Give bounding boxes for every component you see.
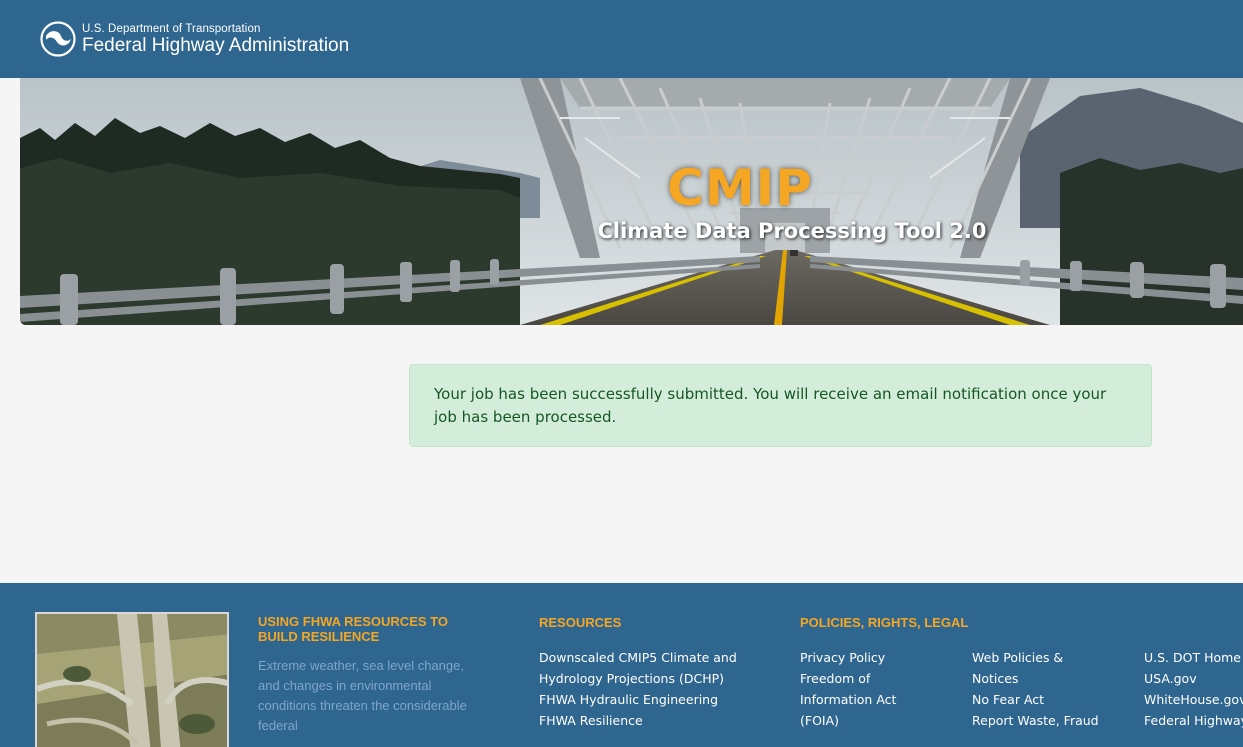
resource-link-resilience[interactable]: FHWA Resilience [539, 710, 737, 731]
usa-gov-link[interactable]: USA.gov [1144, 668, 1243, 689]
flooded-interchange-image [35, 612, 229, 747]
no-fear-act-link[interactable]: No Fear Act [972, 689, 1099, 710]
web-policies-link[interactable]: Web Policies & [972, 647, 1099, 668]
site-header: U.S. Department of Transportation Federa… [0, 0, 1243, 78]
hero-banner: CMIP Climate Data Processing Tool 2.0 [20, 78, 1243, 325]
agency-line2: Federal Highway Administration [82, 34, 350, 56]
resilience-text: Extreme weather, sea level change, and c… [258, 658, 467, 733]
dot-logo-icon [40, 21, 76, 57]
success-alert: Your job has been successfully submitted… [409, 364, 1152, 447]
fhwa-logo[interactable]: U.S. Department of Transportation Federa… [40, 21, 349, 57]
resource-link-dchp[interactable]: Downscaled CMIP5 Climate and [539, 647, 737, 668]
resources-links: Downscaled CMIP5 Climate and Hydrology P… [539, 647, 737, 731]
policies-col1: Privacy Policy Freedom of Information Ac… [800, 647, 896, 731]
agency-line1: U.S. Department of Transportation [82, 22, 261, 35]
resources-heading: RESOURCES [539, 615, 622, 630]
resource-link-dchp-cont[interactable]: Hydrology Projections (DCHP) [539, 668, 737, 689]
web-policies-link-cont[interactable]: Notices [972, 668, 1099, 689]
site-footer: USING FHWA RESOURCES TO BUILD RESILIENCE… [0, 583, 1243, 747]
hero-subtitle: Climate Data Processing Tool 2.0 [597, 219, 987, 243]
federal-highway-link[interactable]: Federal Highway [1144, 710, 1243, 731]
privacy-policy-link[interactable]: Privacy Policy [800, 647, 896, 668]
resource-link-hydraulic[interactable]: FHWA Hydraulic Engineering [539, 689, 737, 710]
policies-heading: POLICIES, RIGHTS, LEGAL [800, 615, 969, 630]
policies-col3: U.S. DOT Home USA.gov WhiteHouse.gov Fed… [1144, 647, 1243, 731]
alert-message: Your job has been successfully submitted… [434, 385, 1107, 426]
whitehouse-link[interactable]: WhiteHouse.gov [1144, 689, 1243, 710]
foia-link-cont[interactable]: Information Act [800, 689, 896, 710]
policies-col2: Web Policies & Notices No Fear Act Repor… [972, 647, 1099, 731]
report-waste-link[interactable]: Report Waste, Fraud [972, 710, 1099, 731]
dot-home-link[interactable]: U.S. DOT Home [1144, 647, 1243, 668]
foia-link-abbr[interactable]: (FOIA) [800, 710, 896, 731]
hero-title: CMIP [667, 159, 813, 217]
foia-link[interactable]: Freedom of [800, 668, 896, 689]
bridge-image [20, 78, 1243, 325]
resilience-heading: USING FHWA RESOURCES TO BUILD RESILIENCE [258, 614, 448, 644]
